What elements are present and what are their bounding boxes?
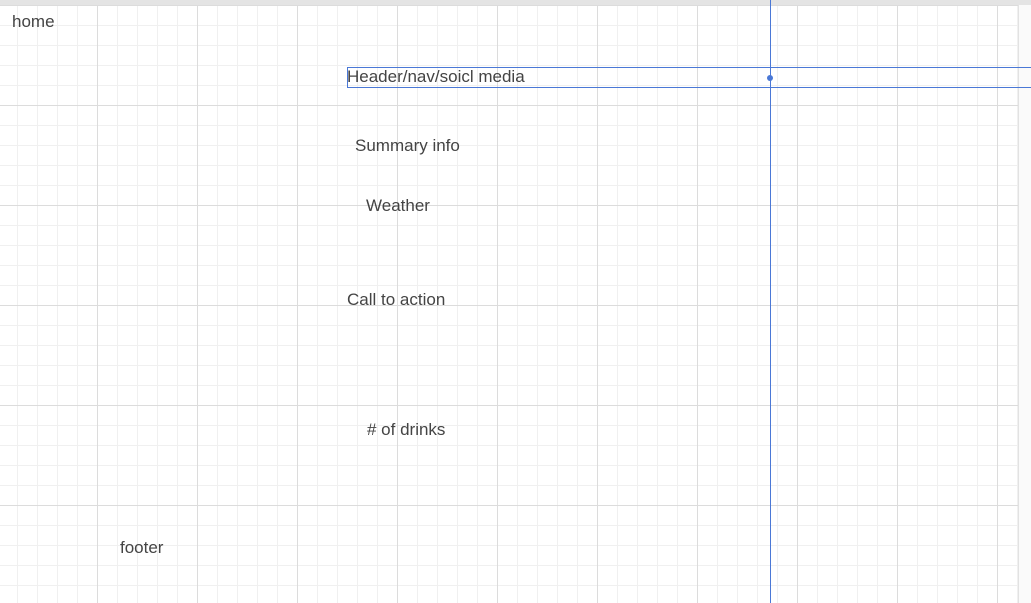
text-weather[interactable]: Weather [366,196,430,216]
text-footer[interactable]: footer [120,538,163,558]
text-summary-info[interactable]: Summary info [355,136,460,156]
text-call-to-action[interactable]: Call to action [347,290,445,310]
text-home[interactable]: home [12,12,55,32]
alignment-guide-line [770,0,771,603]
text-number-of-drinks[interactable]: # of drinks [367,420,445,440]
text-header-nav-social[interactable]: Header/nav/soicl media [347,67,525,87]
wireframe-canvas[interactable] [0,5,1018,603]
selection-anchor-icon[interactable] [767,75,773,81]
canvas-scroll-edge[interactable] [1018,5,1031,603]
